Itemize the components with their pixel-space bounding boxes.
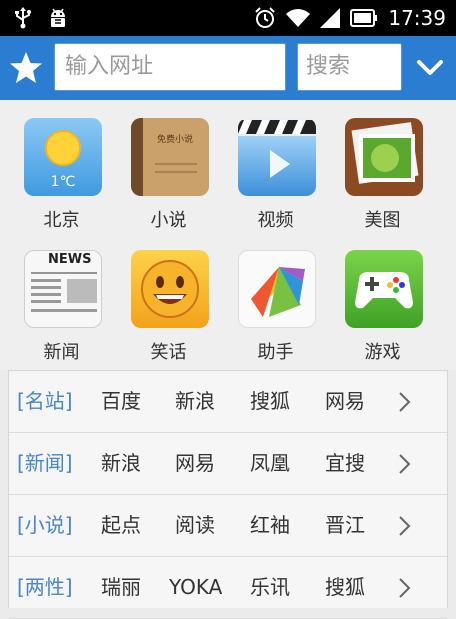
shortcut-label: 助手: [257, 342, 294, 363]
menu-dropdown-button[interactable]: [410, 50, 450, 86]
list-row: [小说] 起点 阅读 红袖 晋江: [9, 495, 447, 557]
shortcut-label: 美图: [364, 210, 401, 231]
shortcut-assistant[interactable]: 助手: [222, 232, 329, 363]
newspaper-title: NEWS: [48, 252, 92, 267]
site-link[interactable]: 凤凰: [250, 433, 290, 494]
shortcut-beijing[interactable]: 1℃ 北京: [8, 100, 115, 231]
list-row: [名站] 百度 新浪 搜狐 网易: [9, 371, 447, 433]
site-link[interactable]: 瑞丽: [101, 557, 141, 618]
usb-icon: [15, 7, 31, 29]
video-clapper-icon: [238, 118, 316, 196]
list-row: [两性] 瑞丽 YOKA 乐讯 搜狐: [9, 557, 447, 619]
chevron-right-icon[interactable]: [397, 391, 413, 413]
signal-icon: [320, 8, 341, 28]
site-link[interactable]: 搜狐: [325, 557, 365, 618]
shortcut-label: 北京: [43, 210, 80, 231]
shortcut-jokes[interactable]: 笑话: [115, 232, 222, 363]
chevron-down-icon: [417, 60, 443, 75]
site-link[interactable]: 宜搜: [325, 433, 365, 494]
list-row: [新闻] 新浪 网易 凤凰 宜搜: [9, 433, 447, 495]
photo-gallery-icon: [345, 118, 423, 196]
chevron-right-icon[interactable]: [397, 453, 413, 475]
android-debug-icon: [51, 8, 65, 27]
battery-icon: [350, 9, 378, 27]
book-icon: [131, 118, 209, 196]
shortcut-label: 视频: [257, 210, 294, 231]
shortcut-grid: 1℃ 北京 免费小说 小说 视频 美图 NEWS 新闻 笑话 助手 游戏: [0, 100, 456, 370]
site-link[interactable]: 起点: [101, 495, 141, 556]
shortcut-label: 游戏: [364, 342, 401, 363]
clock: 17:39: [388, 6, 446, 30]
site-link[interactable]: 网易: [325, 371, 365, 432]
site-link[interactable]: 新浪: [101, 433, 141, 494]
url-input[interactable]: 输入网址: [54, 43, 286, 91]
site-link[interactable]: 网易: [175, 433, 215, 494]
site-link[interactable]: YOKA: [169, 557, 222, 618]
bookmark-button[interactable]: [6, 48, 46, 88]
category-link[interactable]: [名站]: [17, 371, 73, 432]
site-link-list: [名站] 百度 新浪 搜狐 网易 [新闻] 新浪 网易 凤凰 宜搜 [小说] 起…: [8, 370, 448, 619]
site-link[interactable]: 乐讯: [250, 557, 290, 618]
shortcut-photos[interactable]: 美图: [329, 100, 436, 231]
smiley-icon: [131, 250, 209, 328]
site-link[interactable]: 阅读: [175, 495, 215, 556]
shortcut-label: 小说: [150, 210, 187, 231]
weather-temperature: 1℃: [50, 174, 76, 190]
gamepad-icon: [345, 250, 423, 328]
category-link[interactable]: [两性]: [17, 557, 73, 618]
book-title: 免费小说: [156, 135, 193, 145]
alarm-icon: [255, 7, 276, 28]
shortcut-label: 新闻: [43, 342, 80, 363]
site-link[interactable]: 搜狐: [250, 371, 290, 432]
site-link[interactable]: 红袖: [250, 495, 290, 556]
category-link[interactable]: [新闻]: [17, 433, 73, 494]
shortcut-news[interactable]: NEWS 新闻: [8, 232, 115, 363]
wifi-icon: [286, 9, 311, 27]
shortcut-novel[interactable]: 免费小说 小说: [115, 100, 222, 231]
chevron-right-icon[interactable]: [397, 577, 413, 599]
category-link[interactable]: [小说]: [17, 495, 73, 556]
status-bar: 17:39: [0, 0, 456, 36]
site-link[interactable]: 晋江: [325, 495, 365, 556]
shortcut-label: 笑话: [150, 342, 187, 363]
site-link[interactable]: 新浪: [175, 371, 215, 432]
shortcut-games[interactable]: 游戏: [329, 232, 436, 363]
shortcut-video[interactable]: 视频: [222, 100, 329, 231]
star-icon: [10, 52, 42, 83]
search-input[interactable]: 搜索: [297, 43, 402, 91]
chevron-right-icon[interactable]: [397, 515, 413, 537]
browser-toolbar: 输入网址 搜索: [0, 36, 456, 100]
app-assistant-icon: [238, 250, 316, 328]
site-link[interactable]: 百度: [101, 371, 141, 432]
